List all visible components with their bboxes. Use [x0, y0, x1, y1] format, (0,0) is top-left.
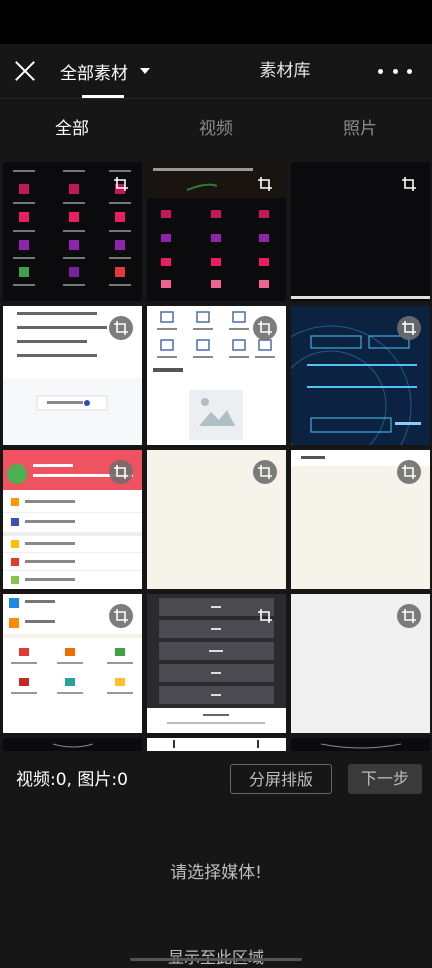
- home-indicator: [130, 958, 302, 961]
- media-thumbnail[interactable]: [147, 594, 286, 733]
- crop-icon[interactable]: [397, 316, 421, 340]
- caret-down-icon: [140, 68, 150, 74]
- select-media-prompt: 请选择媒体!: [170, 863, 262, 883]
- media-thumbnail[interactable]: [3, 306, 142, 445]
- media-thumbnail[interactable]: [291, 738, 430, 751]
- filter-all[interactable]: 全部: [0, 99, 144, 159]
- crop-icon[interactable]: [253, 604, 277, 628]
- drop-area-label[interactable]: 显示至此区域: [0, 944, 432, 967]
- media-thumbnail[interactable]: [3, 162, 142, 301]
- crop-icon[interactable]: [397, 460, 421, 484]
- thumbnail-image: [320, 743, 402, 749]
- media-thumbnail[interactable]: [147, 306, 286, 445]
- thumbnail-image: [173, 740, 259, 748]
- thumbnail-image: [52, 743, 94, 748]
- media-thumbnail[interactable]: [291, 162, 430, 301]
- media-thumbnail[interactable]: [3, 450, 142, 589]
- split-screen-button[interactable]: 分屏排版: [230, 764, 332, 794]
- close-icon[interactable]: [8, 54, 42, 88]
- media-thumbnail[interactable]: [3, 594, 142, 733]
- media-thumbnail[interactable]: [3, 738, 142, 751]
- next-step-button[interactable]: 下一步: [348, 764, 422, 794]
- all-material-label: 全部素材: [60, 63, 128, 84]
- all-material-dropdown[interactable]: 全部素材: [60, 44, 150, 98]
- crop-icon[interactable]: [397, 604, 421, 628]
- media-thumbnail[interactable]: [291, 450, 430, 589]
- crop-icon[interactable]: [109, 316, 133, 340]
- media-grid: [0, 161, 432, 751]
- tab-material-library[interactable]: 素材库: [235, 44, 335, 98]
- more-icon[interactable]: [378, 60, 412, 82]
- selection-count: 视频:0, 图片:0: [16, 770, 128, 790]
- media-thumbnail[interactable]: [147, 162, 286, 301]
- media-filter-bar: 全部 视频 照片: [0, 99, 432, 159]
- media-thumbnail[interactable]: [147, 450, 286, 589]
- media-thumbnail[interactable]: [291, 594, 430, 733]
- filter-photo[interactable]: 照片: [288, 99, 432, 159]
- crop-icon[interactable]: [397, 172, 421, 196]
- status-bar: [0, 0, 432, 44]
- selection-bar: 视频:0, 图片:0 分屏排版 下一步: [0, 751, 432, 811]
- filter-video[interactable]: 视频: [144, 99, 288, 159]
- active-tab-indicator: [82, 95, 124, 98]
- top-bar: 全部素材 素材库: [0, 44, 432, 99]
- crop-icon[interactable]: [253, 172, 277, 196]
- crop-icon[interactable]: [253, 460, 277, 484]
- media-thumbnail[interactable]: [147, 738, 286, 751]
- crop-icon[interactable]: [109, 460, 133, 484]
- crop-icon[interactable]: [109, 172, 133, 196]
- crop-icon[interactable]: [109, 604, 133, 628]
- crop-icon[interactable]: [253, 316, 277, 340]
- media-thumbnail[interactable]: [291, 306, 430, 445]
